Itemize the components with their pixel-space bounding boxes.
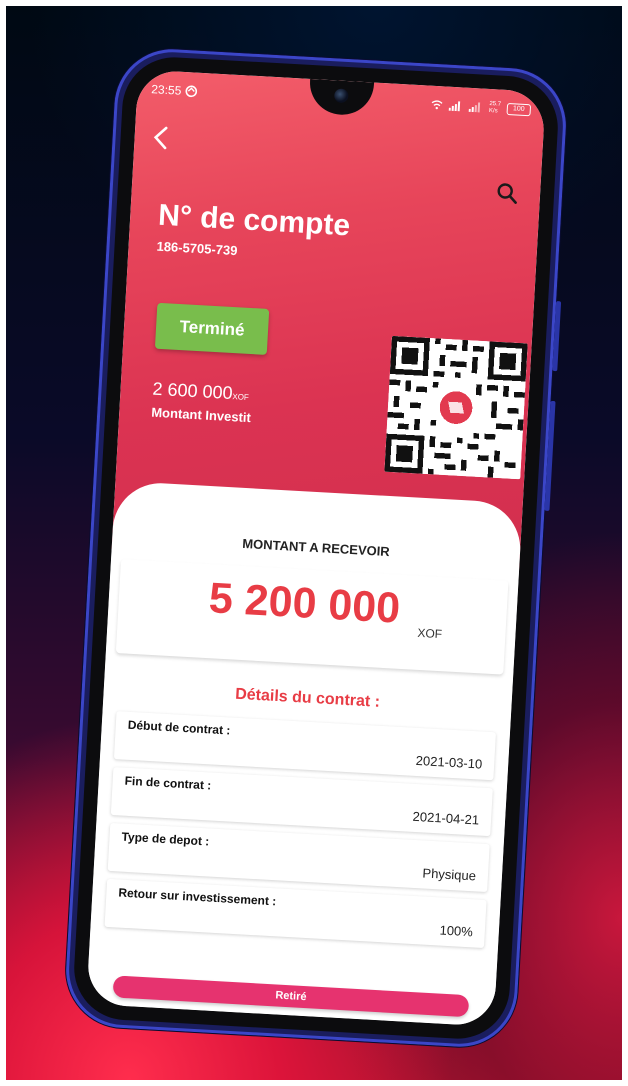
search-icon[interactable] — [496, 182, 519, 205]
signal-icon — [448, 101, 461, 112]
phone-device: 23:55 25.7 K/s 100 N° de compte 186-5705… — [62, 46, 570, 1050]
status-badge: Terminé — [154, 302, 270, 355]
receive-panel: 5 200 000 XOF — [116, 559, 509, 675]
detail-value: 2021-03-10 — [415, 752, 483, 772]
page-title: N° de compte — [157, 198, 351, 243]
arrow-back-icon[interactable] — [148, 124, 175, 151]
invested-unit: XOF — [232, 392, 250, 403]
detail-label: Fin de contrat : — [124, 773, 212, 793]
app-screen: 23:55 25.7 K/s 100 N° de compte 186-5705… — [86, 69, 546, 1027]
camera-icon — [333, 88, 349, 104]
receive-label: MONTANT A RECEVOIR — [241, 535, 391, 560]
wifi-icon — [431, 100, 443, 110]
detail-value: 100% — [439, 922, 474, 940]
receive-amount: 5 200 000 — [207, 574, 402, 633]
signal-icon-2 — [468, 102, 481, 113]
receive-unit: XOF — [417, 625, 443, 642]
sync-icon — [185, 85, 198, 98]
detail-value: Physique — [422, 865, 477, 884]
detail-label: Type de depot : — [121, 829, 210, 849]
detail-label: Retour sur investissement : — [118, 885, 277, 909]
status-time: 23:55 — [150, 82, 182, 98]
detail-row-roi: Retour sur investissement : 100% — [104, 878, 487, 948]
contract-card: MONTANT A RECEVOIR 5 200 000 XOF Détails… — [86, 480, 523, 1027]
battery-icon: 100 — [506, 102, 532, 117]
invested-amount: 2 600 000XOF — [152, 378, 250, 404]
qr-code — [384, 335, 528, 480]
network-speed: 25.7 K/s — [488, 100, 502, 115]
detail-value: 2021-04-21 — [412, 808, 480, 828]
account-number: 186-5705-739 — [156, 238, 238, 259]
invested-label: Montant Investit — [150, 404, 252, 426]
detail-label: Début de contrat : — [127, 717, 231, 738]
